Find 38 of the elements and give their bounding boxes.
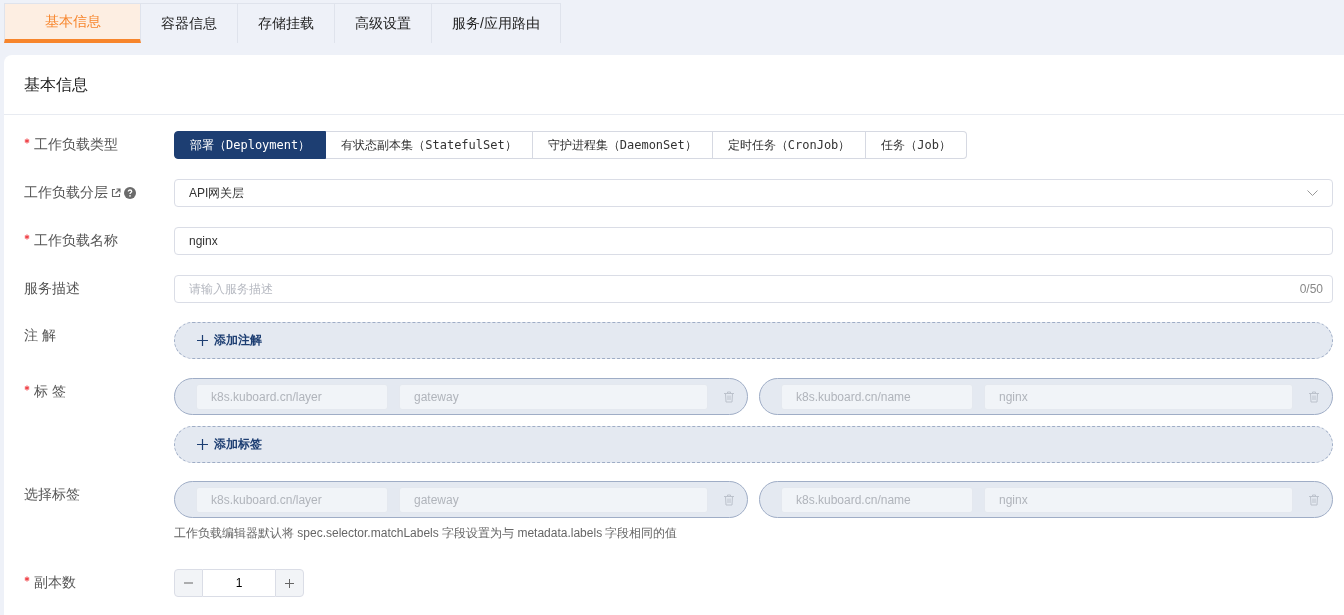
external-link-icon[interactable]: [111, 188, 121, 198]
name-input[interactable]: nginx: [174, 227, 1333, 255]
character-counter: 0/50: [1299, 282, 1323, 296]
card-title: 基本信息: [4, 55, 1344, 115]
required-icon: [24, 138, 30, 144]
segment-option[interactable]: 任务（Job）: [866, 131, 968, 159]
field-label: 工作负载名称: [34, 232, 118, 250]
segment-option[interactable]: 部署（Deployment）: [174, 131, 327, 159]
add-label-button[interactable]: 添加标签: [174, 426, 1333, 463]
layer-select[interactable]: API网关层: [174, 179, 1333, 207]
replicas-input[interactable]: 1: [203, 569, 275, 597]
tab[interactable]: 容器信息: [141, 3, 238, 43]
decrement-button[interactable]: [174, 569, 203, 597]
field-label: 工作负载分层: [24, 184, 108, 202]
segment-option[interactable]: 有状态副本集（StatefulSet）: [326, 131, 533, 159]
required-icon: [24, 234, 30, 240]
help-icon[interactable]: [124, 187, 136, 199]
field-label: 标 签: [34, 383, 66, 401]
increment-button[interactable]: [275, 569, 304, 597]
field-label: 副本数: [34, 574, 76, 592]
plus-icon: [197, 439, 208, 450]
hint-text: 工作负载编辑器默认将 spec.selector.matchLabels 字段设置为与 metadata.labels 字段相同的值: [174, 525, 679, 542]
plus-icon: [285, 578, 294, 588]
segment-option[interactable]: 定时任务（CronJob）: [712, 131, 867, 159]
add-annotation-button[interactable]: 添加注解: [174, 322, 1333, 359]
segment-option[interactable]: 守护进程集（DaemonSet）: [532, 131, 713, 159]
required-icon: [24, 385, 30, 391]
minus-icon: [184, 582, 193, 584]
chevron-down-icon: [1307, 190, 1318, 196]
field-label: 服务描述: [24, 280, 80, 298]
plus-icon: [197, 335, 208, 346]
tab[interactable]: 存储挂载: [238, 3, 335, 43]
field-label: 注 解: [24, 327, 56, 345]
tab[interactable]: 高级设置: [335, 3, 432, 43]
field-label: 工作负载类型: [34, 136, 118, 154]
tab[interactable]: 服务/应用路由: [432, 3, 561, 43]
required-icon: [24, 576, 30, 582]
field-label: 选择标签: [24, 486, 80, 504]
